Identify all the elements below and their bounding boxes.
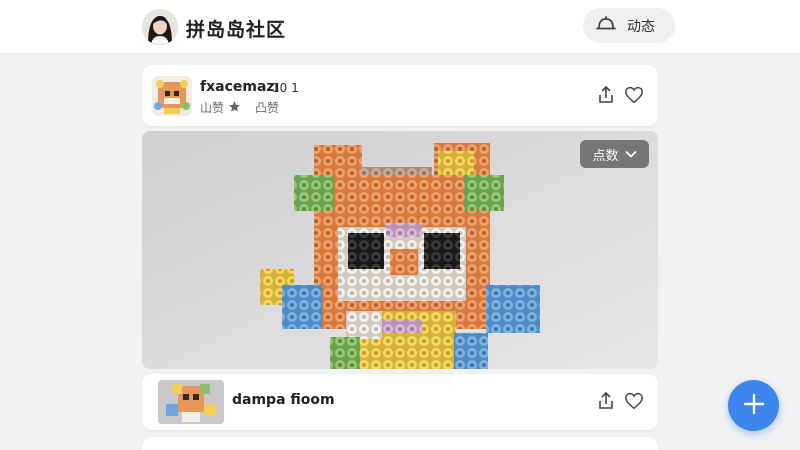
post-actions-2 xyxy=(596,391,644,411)
star-icon[interactable] xyxy=(228,100,241,116)
post-thumbnail[interactable] xyxy=(152,76,192,116)
activity-label: 动态 xyxy=(627,18,655,35)
post-actions xyxy=(596,85,644,105)
bead-count-dropdown[interactable]: 点数 xyxy=(580,140,649,168)
app-title: 拼岛岛社区 xyxy=(186,19,287,41)
post-header-card-2[interactable]: dampa fioom xyxy=(142,374,658,430)
next-post-card[interactable] xyxy=(142,437,658,450)
post-subline: 山赞 凸赞 xyxy=(200,99,279,116)
post-sub-text-2[interactable]: 凸赞 xyxy=(255,99,279,116)
activity-button[interactable]: 动态 xyxy=(583,8,675,43)
bell-icon xyxy=(595,15,617,36)
post-thumbnail-2[interactable] xyxy=(158,380,224,424)
post-username-2[interactable]: dampa fioom xyxy=(232,392,335,408)
post-image[interactable]: 点数 xyxy=(142,131,658,369)
post-header-card[interactable]: fxacemazı 10 1 山赞 凸赞 xyxy=(142,65,658,126)
avatar[interactable] xyxy=(142,9,178,45)
post-sub-text-1: 山赞 xyxy=(200,101,225,115)
plus-icon xyxy=(743,393,765,419)
heart-icon[interactable] xyxy=(624,391,644,411)
share-icon[interactable] xyxy=(596,85,616,105)
post-meta: 10 1 xyxy=(272,81,299,95)
share-icon[interactable] xyxy=(596,391,616,411)
chevron-down-icon xyxy=(624,150,637,158)
create-post-button[interactable] xyxy=(728,380,779,431)
perler-bead-cat-photo xyxy=(142,131,658,369)
top-bar: 拼岛岛社区 动态 xyxy=(0,0,800,54)
heart-icon[interactable] xyxy=(624,85,644,105)
bead-count-label: 点数 xyxy=(592,148,619,164)
post-username[interactable]: fxacemazı xyxy=(200,79,279,95)
